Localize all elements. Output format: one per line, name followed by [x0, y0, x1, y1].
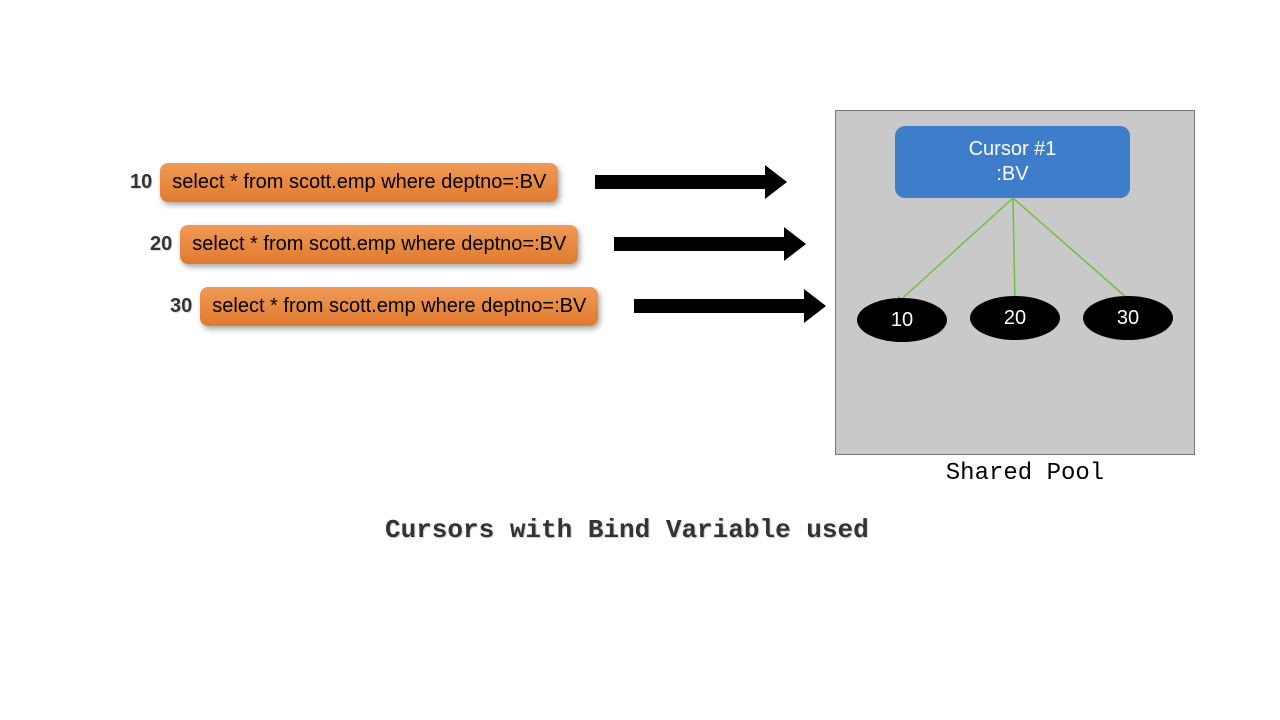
bind-value-text: 10 — [891, 309, 913, 332]
query-row: 10 select * from scott.emp where deptno=… — [130, 163, 558, 202]
bind-value-ellipse: 20 — [970, 296, 1060, 340]
query-number: 20 — [150, 233, 172, 256]
query-row: 30 select * from scott.emp where deptno=… — [170, 287, 598, 326]
diagram-caption: Cursors with Bind Variable used — [385, 515, 869, 545]
bind-value-ellipse: 30 — [1083, 296, 1173, 340]
cursor-bind: :BV — [996, 162, 1028, 187]
query-row: 20 select * from scott.emp where deptno=… — [150, 225, 578, 264]
cursor-title: Cursor #1 — [969, 137, 1057, 162]
bind-value-text: 30 — [1117, 307, 1139, 330]
arrow-icon — [595, 175, 765, 189]
query-number: 10 — [130, 171, 152, 194]
arrow-icon — [634, 299, 804, 313]
bind-value-text: 20 — [1004, 307, 1026, 330]
shared-pool-label: Shared Pool — [935, 460, 1115, 487]
query-sql-box: select * from scott.emp where deptno=:BV — [200, 287, 598, 326]
arrow-icon — [614, 237, 784, 251]
cursor-box: Cursor #1 :BV — [895, 126, 1130, 198]
query-sql-box: select * from scott.emp where deptno=:BV — [160, 163, 558, 202]
query-sql-box: select * from scott.emp where deptno=:BV — [180, 225, 578, 264]
query-number: 30 — [170, 295, 192, 318]
bind-value-ellipse: 10 — [857, 298, 947, 342]
